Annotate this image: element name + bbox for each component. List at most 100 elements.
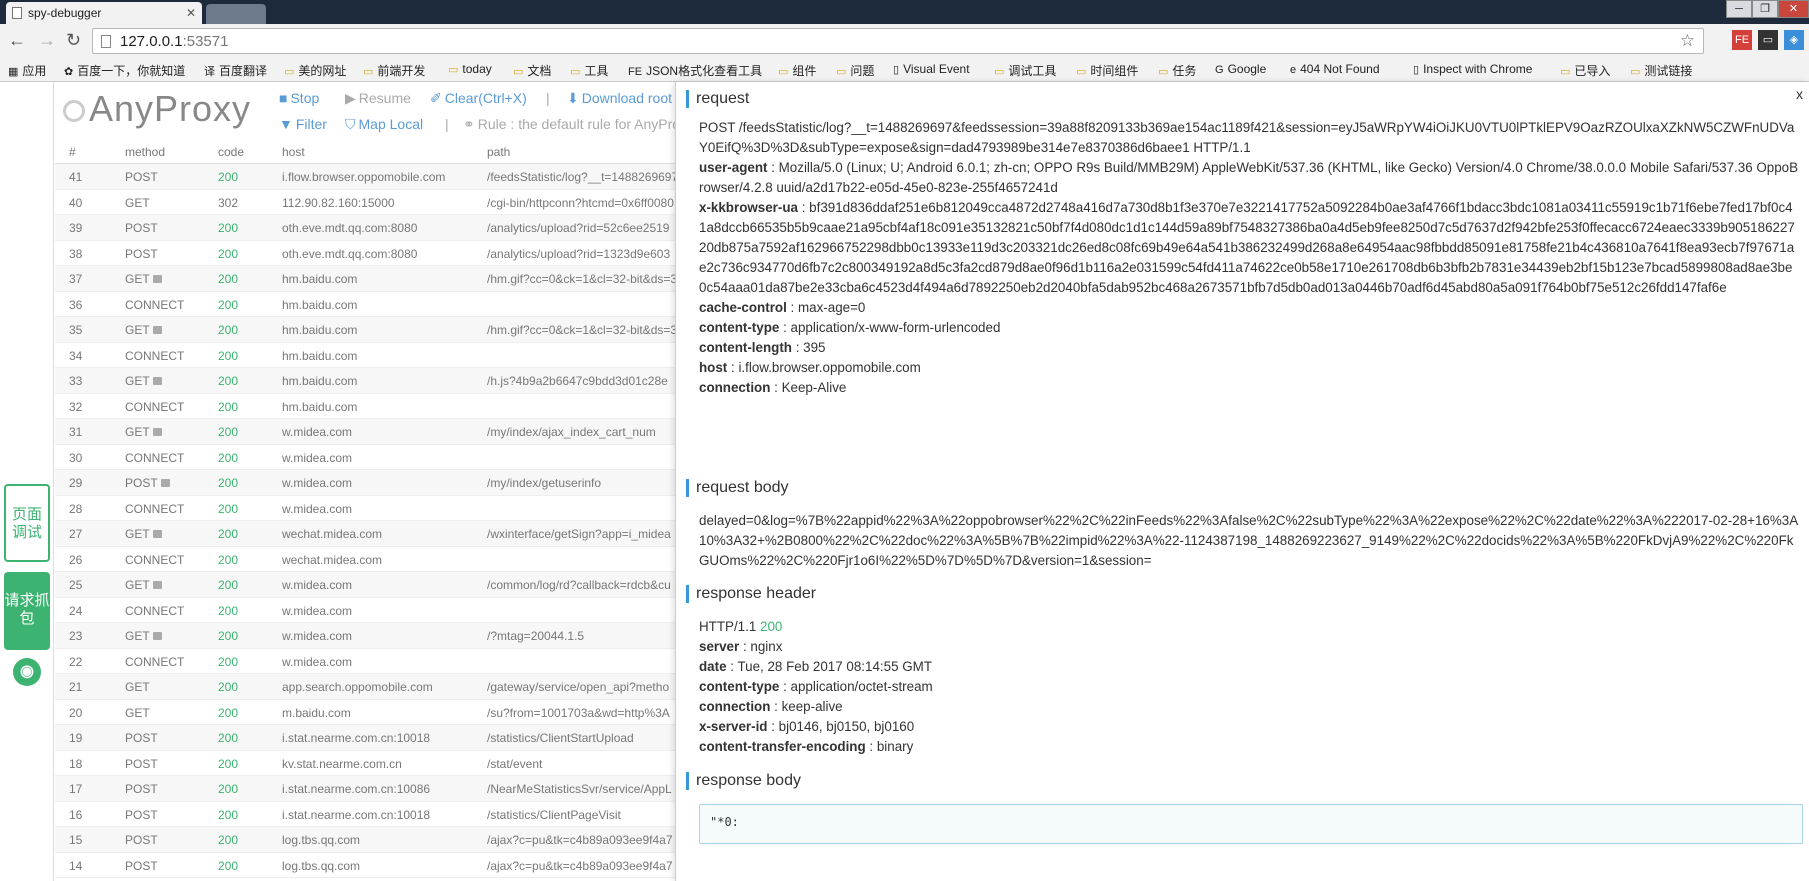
- table-row[interactable]: 38 POST 200 oth.eve.mdt.qq.com:8080/analyti…: [55, 241, 675, 266]
- header-separator: :: [779, 320, 791, 335]
- table-row[interactable]: 23 GET 200 w.midea.com /?mtag=20044.1.5: [55, 623, 675, 649]
- bookmark-item[interactable]: ▭ 时间组件: [1076, 62, 1138, 79]
- table-row[interactable]: 31 GET 200 w.midea.com/my/index/ajax_index_…: [55, 419, 675, 445]
- terminal-extension-icon[interactable]: ▭: [1758, 30, 1778, 50]
- row-host: hm.baidu.com: [282, 399, 358, 414]
- github-icon[interactable]: ◉: [13, 658, 41, 686]
- bookmark-item[interactable]: 译百度翻译: [204, 62, 267, 79]
- row-method: POST: [125, 170, 205, 184]
- download-icon: ⬇: [567, 90, 579, 106]
- bookmark-item[interactable]: ▭ 工具: [570, 62, 608, 79]
- shield-extension-icon[interactable]: ◈: [1784, 30, 1804, 50]
- table-row[interactable]: 14 POST 200 log.tbs.qq.com/ajax?c=pu&tk=c4b…: [55, 853, 675, 878]
- tab-title: spy-debugger: [28, 6, 102, 20]
- back-arrow-icon[interactable]: ←: [8, 30, 26, 51]
- fe-extension-icon[interactable]: FE: [1732, 30, 1752, 50]
- browser-tab[interactable]: spy-debugger ✕: [6, 2, 202, 24]
- table-row[interactable]: 17 POST 200 i.stat.nearme.com.cn:10086/Near…: [55, 776, 675, 802]
- bookmark-item[interactable]: ▦ 应用: [8, 62, 46, 79]
- row-method: CONNECT: [125, 451, 205, 465]
- table-row[interactable]: 36 CONNECT 200 hm.baidu.com: [55, 292, 675, 317]
- row-method: GET: [125, 374, 205, 388]
- bookmark-item[interactable]: ▭ 调试工具: [994, 62, 1056, 79]
- anyproxy-logo-icon: [63, 100, 85, 123]
- page-debug-button[interactable]: 页面调试: [4, 484, 50, 562]
- close-icon[interactable]: x: [1796, 86, 1803, 102]
- request-detail-panel: x request POST /feedsStatistic/log?__t=1…: [675, 82, 1809, 881]
- bookmark-item[interactable]: ✿ 百度一下，你就知道: [64, 62, 185, 79]
- table-row[interactable]: 19 POST 200 i.stat.nearme.com.cn:10018/stat…: [55, 725, 675, 751]
- bookmark-item[interactable]: FE JSON格式化查看工具: [628, 62, 762, 79]
- table-row[interactable]: 24 CONNECT 200 w.midea.com: [55, 598, 675, 623]
- lock-icon: [152, 377, 162, 385]
- table-row[interactable]: 18 POST 200 kv.stat.nearme.com.cn/stat/even…: [55, 751, 675, 776]
- folder-icon: ▭: [363, 66, 374, 78]
- download-root-button[interactable]: ⬇ Download root: [567, 90, 672, 107]
- bookmark-label: 工具: [584, 64, 609, 78]
- header-separator: :: [791, 340, 804, 355]
- new-tab-button[interactable]: [206, 4, 266, 24]
- lock-icon: [160, 479, 170, 487]
- request-capture-button[interactable]: 请求抓包: [4, 572, 50, 650]
- row-host: m.baidu.com: [282, 705, 351, 720]
- table-row[interactable]: 37 GET 200 hm.baidu.com/hm.gif?cc=0&ck=1&cl…: [55, 266, 675, 292]
- download-label: Download root: [581, 90, 673, 106]
- table-row[interactable]: 40 GET 302 112.90.82.160:15000/cgi-bin/http…: [55, 190, 675, 215]
- request-line: POST /feedsStatistic/log?__t=1488269697&…: [699, 120, 1795, 155]
- table-row[interactable]: 25 GET 200 w.midea.com/common/log/rd?callba…: [55, 572, 675, 598]
- table-row[interactable]: 34 CONNECT 200 hm.baidu.com: [55, 343, 675, 368]
- bookmark-item[interactable]: e 404 Not Found: [1290, 62, 1380, 76]
- bookmark-item[interactable]: ▭ 前端开发: [363, 62, 425, 79]
- table-row[interactable]: 16 POST 200 i.stat.nearme.com.cn:10018/stat…: [55, 802, 675, 827]
- close-tab-icon[interactable]: ✕: [186, 2, 196, 24]
- bookmark-item[interactable]: ▭ 美的网址: [284, 62, 346, 79]
- table-row[interactable]: 33 GET 200 hm.baidu.com/h.js?4b9a2b6647c9bd…: [55, 368, 675, 394]
- bookmark-item[interactable]: ▭ 组件: [778, 62, 816, 79]
- resume-button[interactable]: ▶ Resume: [345, 90, 411, 107]
- bookmark-item[interactable]: ▭ 任务: [1158, 62, 1196, 79]
- table-row[interactable]: 20 GET 200 m.baidu.com/su?from=1001703a&wd=…: [55, 700, 675, 725]
- bookmark-item[interactable]: ▭ 问题: [836, 62, 874, 79]
- row-host: kv.stat.nearme.com.cn: [282, 756, 402, 771]
- forward-arrow-icon[interactable]: →: [38, 30, 56, 51]
- bookmark-item[interactable]: ▭ today: [448, 62, 492, 76]
- table-row[interactable]: 35 GET 200 hm.baidu.com/hm.gif?cc=0&ck=1&cl…: [55, 317, 675, 343]
- table-row[interactable]: 26 CONNECT 200 wechat.midea.com: [55, 547, 675, 572]
- table-row[interactable]: 39 POST 200 oth.eve.mdt.qq.com:8080/analyti…: [55, 215, 675, 241]
- close-window-button[interactable]: ✕: [1778, 0, 1809, 18]
- rule-label: Rule : the default rule for AnyProxy: [477, 116, 675, 132]
- table-row[interactable]: 15 POST 200 log.tbs.qq.com/ajax?c=pu&tk=c4b…: [55, 827, 675, 853]
- eraser-icon: ✐: [430, 90, 442, 106]
- bookmark-item[interactable]: ▯ Inspect with Chrome: [1413, 62, 1532, 76]
- bookmark-item[interactable]: ▯ Visual Event: [893, 62, 970, 76]
- bookmark-item[interactable]: ▭ 文档: [513, 62, 551, 79]
- map-local-button[interactable]: ⛉ Map Local: [345, 116, 423, 133]
- row-id: 26: [69, 552, 83, 567]
- table-row[interactable]: 41 POST 200 i.flow.browser.oppomobile.com/f…: [55, 164, 675, 190]
- clear-label: Clear(Ctrl+X): [444, 90, 527, 106]
- clear-button[interactable]: ✐ Clear(Ctrl+X): [430, 90, 527, 107]
- row-host: i.stat.nearme.com.cn:10018: [282, 807, 431, 822]
- table-row[interactable]: 28 CONNECT 200 w.midea.com: [55, 496, 675, 521]
- table-row[interactable]: 32 CONNECT 200 hm.baidu.com: [55, 394, 675, 419]
- minimize-button[interactable]: ─: [1726, 0, 1752, 18]
- restore-button[interactable]: ❐: [1752, 0, 1778, 18]
- row-host: w.midea.com: [282, 501, 353, 516]
- bookmark-item[interactable]: ▭ 已导入: [1560, 62, 1610, 79]
- table-row[interactable]: 29 POST 200 w.midea.com/my/index/getuserinf…: [55, 470, 675, 496]
- row-id: 34: [69, 348, 83, 363]
- address-bar[interactable]: 127.0.0.1:53571 ☆: [92, 28, 1704, 54]
- bookmark-star-icon[interactable]: ☆: [1680, 31, 1695, 51]
- table-row[interactable]: 27 GET 200 wechat.midea.com/wxinterface/get…: [55, 521, 675, 547]
- table-row[interactable]: 30 CONNECT 200 w.midea.com: [55, 445, 675, 470]
- table-row[interactable]: 22 CONNECT 200 w.midea.com: [55, 649, 675, 674]
- baidu-icon: ✿: [64, 66, 74, 78]
- method-label: GET: [125, 680, 150, 694]
- filter-button[interactable]: ▼ Filter: [279, 116, 327, 132]
- table-row[interactable]: 21 GET 200 app.search.oppomobile.com/gatewa…: [55, 674, 675, 700]
- bookmark-item[interactable]: ▭ 测试链接: [1630, 62, 1692, 79]
- bookmark-item[interactable]: G Google: [1215, 62, 1266, 76]
- reload-icon[interactable]: ↻: [66, 30, 81, 51]
- stop-button[interactable]: ■ Stop: [279, 90, 319, 106]
- row-id: 32: [69, 399, 83, 414]
